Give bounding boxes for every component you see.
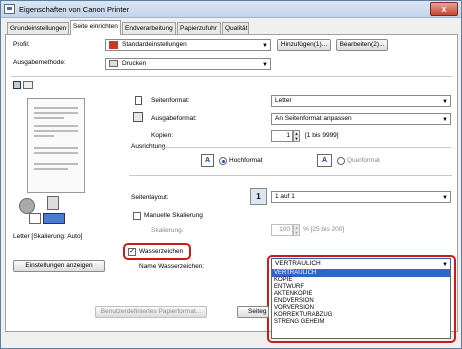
output-method-select[interactable]: Drucken ▼ [105,58,271,70]
title-bar: Eigenschaften von Canon Printer x [1,1,461,18]
edit-profile-button[interactable]: Bearbeiten(2)... [336,39,388,51]
preview-caption: Letter [Skalierung: Auto] [13,233,83,240]
output-format-icon [133,112,143,122]
copies-input[interactable]: 1 [271,130,293,142]
chevron-down-icon: ▼ [442,99,448,105]
page-layout-select[interactable]: 1 auf 1 ▼ [271,191,451,203]
portrait-icon: A [201,154,214,167]
booklet-icon[interactable] [43,213,65,224]
chevron-down-icon: ▼ [262,43,268,49]
portrait-radio[interactable] [219,157,227,165]
divider [129,175,452,176]
copies-range: [1 bis 9999] [305,132,339,139]
custom-paper-size-button[interactable]: Benutzerdefiniertes Papierformat... [95,306,207,318]
profile-value: Standardeinstellungen [122,41,187,48]
landscape-icon: A [317,154,332,167]
window-title: Eigenschaften von Canon Printer [19,5,130,14]
output-format-select[interactable]: An Seitenformat anpassen ▼ [271,113,451,125]
page-layout-value: 1 auf 1 [275,193,295,200]
watermark-checkbox[interactable]: ✓ [128,248,136,256]
page-icon[interactable] [29,213,41,224]
printer-icon [4,4,15,14]
manual-scaling-label: Manuelle Skalierung [144,212,203,219]
tab-quality[interactable]: Qualität [222,22,249,34]
chevron-down-icon: ▼ [442,117,448,123]
profile-label: Profil: [13,41,30,48]
page-layout-label: Seitenlayout: [131,194,169,201]
scaling-label: Skalierung: [151,227,184,234]
dropdown-highlight [267,255,456,343]
printer-icon [109,60,118,67]
page-options-button[interactable]: Seiteg [237,306,269,318]
tab-basic-settings[interactable]: Grundeinstellungen [7,22,69,34]
profile-select[interactable]: Standardeinstellungen ▼ [105,39,271,51]
page-format-icon [135,96,142,105]
copies-label: Kopien: [151,132,174,139]
tab-paper-source[interactable]: Papierzufuhr [177,22,221,34]
portrait-label: Hochformat [229,157,263,164]
scaling-range: % [25 bis 200] [303,226,345,233]
show-settings-button[interactable]: Einstellungen anzeigen [13,260,105,272]
page-preview [27,98,85,193]
output-method-value: Drucken [122,60,147,67]
scaling-spinner[interactable]: ▲ ▼ [293,224,300,236]
copies-spinner[interactable]: ▲ ▼ [293,130,300,142]
output-method-label: Ausgabemethode: [13,59,66,66]
finishing-icon [19,198,35,214]
divider [161,147,451,148]
chevron-down-icon: ▼ [442,195,448,201]
watermark-label: Wasserzeichen [139,248,184,255]
landscape-label: Querformat [347,157,380,164]
page-format-value: Letter [275,97,292,104]
landscape-radio[interactable] [337,157,345,165]
output-format-value: An Seitenformat anpassen [275,115,352,122]
tab-finishing[interactable]: Endverarbeitung [122,22,176,34]
add-profile-button[interactable]: Hinzufügen(1)... [277,39,331,51]
close-button[interactable]: x [430,2,458,16]
paper-stack-icon [47,196,59,210]
preview-mode-icon[interactable] [13,81,21,89]
watermark-name-label: Name Wasserzeichen: [139,263,205,270]
manual-scaling-checkbox[interactable] [133,212,141,220]
tab-page-setup[interactable]: Seite einrichten [70,20,121,35]
layout-icon: 1 [250,188,267,205]
output-format-label: Ausgabeformat: [151,115,197,122]
preview-printer-icon[interactable] [23,81,33,89]
divider [11,76,452,77]
chevron-down-icon: ▼ [262,62,268,68]
profile-icon [109,41,118,49]
page-format-label: Seitenformat: [151,97,190,104]
properties-window: Eigenschaften von Canon Printer x Grunde… [0,0,462,349]
scaling-input[interactable]: 100 [271,224,293,236]
page-format-select[interactable]: Letter ▼ [271,95,451,107]
